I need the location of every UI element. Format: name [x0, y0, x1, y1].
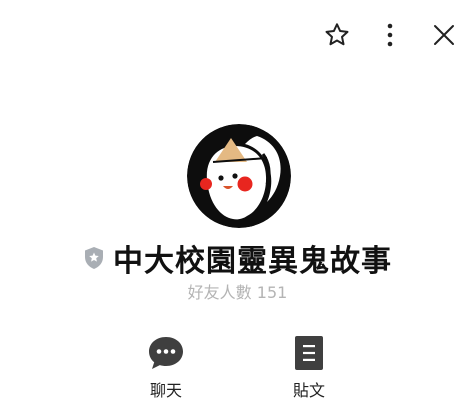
top-bar — [0, 0, 475, 70]
profile-name-row: 中大校園靈異鬼故事 — [0, 236, 475, 280]
close-button[interactable] — [427, 18, 461, 52]
posts-button[interactable]: 貼文 — [269, 335, 349, 401]
close-icon — [434, 25, 454, 45]
friend-count: 好友人數 151 — [187, 283, 288, 302]
action-bar: 聊天 貼文 — [0, 335, 475, 405]
document-icon — [295, 336, 323, 370]
chat-button[interactable]: 聊天 — [126, 335, 206, 401]
star-outline-icon — [325, 23, 349, 46]
ghost-avatar-image — [187, 124, 291, 228]
favorite-button[interactable] — [320, 18, 354, 52]
more-options-button[interactable] — [373, 18, 407, 52]
profile-name: 中大校園靈異鬼故事 — [113, 244, 392, 279]
chat-bubble-icon — [149, 337, 183, 369]
avatar[interactable] — [187, 124, 291, 228]
verified-shield-icon — [85, 247, 103, 269]
posts-label: 貼文 — [292, 381, 325, 400]
chat-label: 聊天 — [149, 381, 182, 400]
more-vertical-icon — [387, 23, 393, 47]
